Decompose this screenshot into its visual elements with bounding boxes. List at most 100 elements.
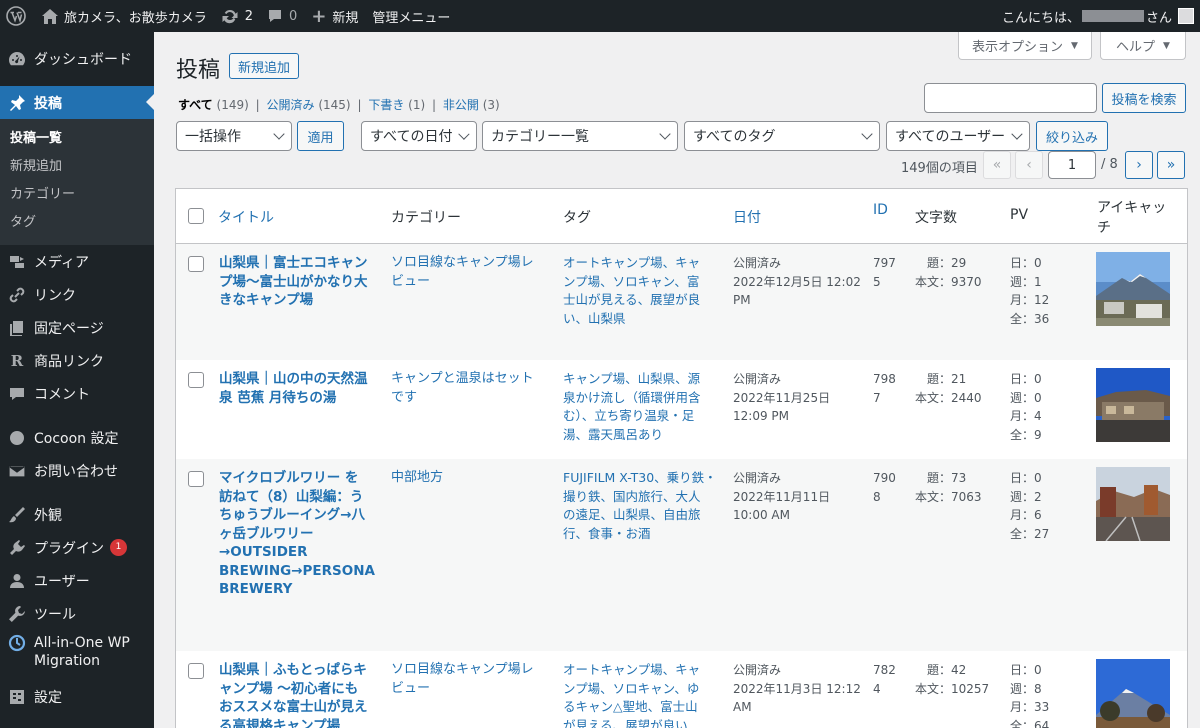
post-pv-line: 全：27: [1010, 526, 1050, 541]
eyecatch-thumbnail[interactable]: [1096, 659, 1170, 728]
menu-media[interactable]: メディア: [0, 245, 154, 278]
menu-settings[interactable]: 設定: [0, 680, 154, 713]
row-checkbox[interactable]: [188, 471, 204, 487]
post-tags-links[interactable]: FUJIFILM X-T30、乗り鉄・ 撮り鉄、国内旅行、大人 の遠足、山梨県、自由…: [563, 469, 717, 543]
menu-plugins[interactable]: プラグイン 1: [0, 531, 154, 564]
help-label: ヘルプ: [1116, 40, 1156, 55]
date-filter-select[interactable]: すべての日付: [361, 121, 477, 151]
my-account[interactable]: こんにちは、 さん: [1002, 0, 1194, 32]
menu-contact-label: お問い合わせ: [34, 463, 118, 480]
column-title-header[interactable]: タイトル: [218, 207, 274, 227]
help-button[interactable]: ヘルプ ▼: [1100, 32, 1186, 60]
post-tags-line: ンプ場、ソロキャン、ゆ: [563, 680, 700, 696]
filter-button[interactable]: 絞り込み: [1036, 121, 1108, 151]
menu-comments[interactable]: コメント: [0, 377, 154, 410]
post-pv-line: 全：9: [1010, 427, 1042, 442]
next-page-button[interactable]: ›: [1125, 151, 1153, 179]
row-checkbox[interactable]: [188, 663, 204, 679]
filter-drafts[interactable]: 下書き (1): [368, 98, 425, 112]
post-category-link[interactable]: キャンプと温泉はセット です: [391, 370, 534, 407]
post-id-line: 790: [873, 471, 896, 485]
last-page-button[interactable]: »: [1157, 151, 1185, 179]
post-title-link[interactable]: マイクロブルワリー を訪ねて（8）山梨編：う ちゅうブルーイング→八 ヶ岳ブルワリー…: [219, 469, 375, 599]
menu-tools-label: ツール: [34, 606, 76, 623]
site-name-link[interactable]: 旅カメラ、お散歩カメラ: [35, 0, 214, 32]
menu-contact[interactable]: お問い合わせ: [0, 454, 154, 487]
post-tags-line: 行、食事・お酒: [563, 525, 651, 541]
rinker-r-icon: R: [10, 351, 24, 370]
menu-tools[interactable]: ツール: [0, 597, 154, 630]
post-title-link[interactable]: 山梨県｜富士エコキャン プ場〜富士山がかなり大 きなキャンプ場: [219, 254, 368, 310]
post-category-line: 中部地方: [391, 470, 444, 485]
post-tags-line: オートキャンプ場、キャ: [563, 662, 701, 677]
plugins-update-badge: 1: [110, 539, 127, 556]
post-tags-links[interactable]: オートキャンプ場、キャ ンプ場、ソロキャン、富 士山が見える、展望が良 い、山梨県: [563, 254, 700, 328]
menu-settings-label: 設定: [34, 689, 62, 706]
menu-posts[interactable]: 投稿: [0, 86, 154, 119]
user-filter-value: すべてのユーザー: [895, 129, 1006, 145]
search-input[interactable]: [924, 83, 1097, 113]
post-char-line: 題：73: [927, 471, 967, 485]
post-category-link[interactable]: 中部地方: [391, 469, 443, 488]
post-id-line: 4: [873, 681, 881, 696]
post-tags-links[interactable]: キャンプ場、山梨県、源 泉かけ流し（循環併用含 む）、立ち寄り温泉・足 湯、露天風呂あ…: [563, 370, 701, 444]
comments-link[interactable]: 0: [260, 0, 304, 32]
tag-filter-select[interactable]: すべてのタグ: [684, 121, 880, 151]
post-char-line: 本文：10257: [915, 681, 990, 696]
select-all-checkbox[interactable]: [188, 208, 204, 224]
post-pv-line: 日：0: [1010, 372, 1042, 386]
menu-appearance[interactable]: 外観: [0, 498, 154, 531]
column-date-header[interactable]: 日付: [733, 207, 761, 227]
submenu-tags[interactable]: タグ: [0, 209, 154, 237]
tag-filter-value: すべてのタグ: [693, 129, 776, 145]
filter-private[interactable]: 非公開 (3): [443, 98, 500, 112]
filter-separator: |: [357, 98, 362, 112]
eyecatch-thumbnail[interactable]: [1096, 467, 1170, 541]
menu-pages[interactable]: 固定ページ: [0, 311, 154, 344]
bulk-actions-select[interactable]: 一括操作: [176, 121, 292, 151]
post-title-line: 山梨県｜ふもとっぱらキ: [219, 662, 367, 678]
updates-link[interactable]: 2: [214, 0, 260, 32]
wordpress-logo-icon[interactable]: [0, 0, 35, 32]
submenu-all-posts[interactable]: 投稿一覧: [0, 125, 154, 153]
filter-all[interactable]: すべて (149): [178, 98, 249, 112]
post-title-link[interactable]: 山梨県｜山の中の天然温泉 芭蕉 月待ちの湯: [219, 370, 368, 407]
menu-users[interactable]: ユーザー: [0, 564, 154, 597]
post-category-link[interactable]: ソロ目線なキャンプ場レ ビュー: [391, 254, 534, 291]
post-char-count: 題：42 本文：10257: [915, 661, 989, 698]
submenu-add-new[interactable]: 新規追加: [0, 153, 154, 181]
menu-cocoon-settings[interactable]: Cocoon 設定: [0, 421, 154, 454]
post-category-link[interactable]: ソロ目線なキャンプ場レ ビュー: [391, 661, 534, 698]
menu-links-label: リンク: [34, 287, 76, 304]
search-posts-button[interactable]: 投稿を検索: [1102, 83, 1186, 113]
eyecatch-thumbnail[interactable]: [1096, 252, 1170, 326]
table-header-row: タイトル カテゴリー タグ 日付 ID 文字数 PV アイキャッ チ: [176, 189, 1187, 244]
menu-product-links[interactable]: R 商品リンク: [0, 344, 154, 377]
admin-menu-link[interactable]: 管理メニュー: [365, 0, 457, 32]
post-tags-links[interactable]: オートキャンプ場、キャ ンプ場、ソロキャン、ゆ るキャン△聖地、富士山 が見える、展望…: [563, 661, 700, 728]
eyecatch-thumbnail[interactable]: [1096, 368, 1170, 442]
add-new-post-button[interactable]: 新規追加: [229, 53, 300, 79]
user-filter-select[interactable]: すべてのユーザー: [886, 121, 1030, 151]
post-title-link[interactable]: 山梨県｜ふもとっぱらキ ャンプ場 〜初心者にも おススメな富士山が見え る高規格キャン…: [219, 661, 368, 728]
column-id-header[interactable]: ID: [873, 202, 888, 218]
menu-links[interactable]: リンク: [0, 278, 154, 311]
new-content-link[interactable]: + 新規: [304, 0, 365, 32]
menu-migration[interactable]: All-in-One WP Migration: [0, 630, 154, 674]
menu-dashboard[interactable]: ダッシュボード: [0, 42, 154, 75]
current-page-input[interactable]: [1048, 151, 1096, 179]
chevron-down-icon: [458, 128, 470, 140]
post-char-count: 題：73 本文：7063: [915, 469, 982, 506]
row-checkbox[interactable]: [188, 256, 204, 272]
apply-button[interactable]: 適用: [297, 121, 344, 151]
refresh-icon: [221, 8, 239, 24]
user-icon: [8, 572, 26, 590]
submenu-categories[interactable]: カテゴリー: [0, 181, 154, 209]
category-filter-select[interactable]: カテゴリー一覧: [482, 121, 678, 151]
screen-options-button[interactable]: 表示オプション ▼: [958, 32, 1092, 60]
admin-menu-label: 管理メニュー: [372, 10, 451, 26]
row-checkbox[interactable]: [188, 372, 204, 388]
table-row: マイクロブルワリー を訪ねて（8）山梨編：う ちゅうブルーイング→八 ヶ岳ブルワリー…: [176, 459, 1187, 651]
post-pv-line: 月：6: [1010, 508, 1042, 522]
filter-published[interactable]: 公開済み (145): [267, 98, 351, 112]
